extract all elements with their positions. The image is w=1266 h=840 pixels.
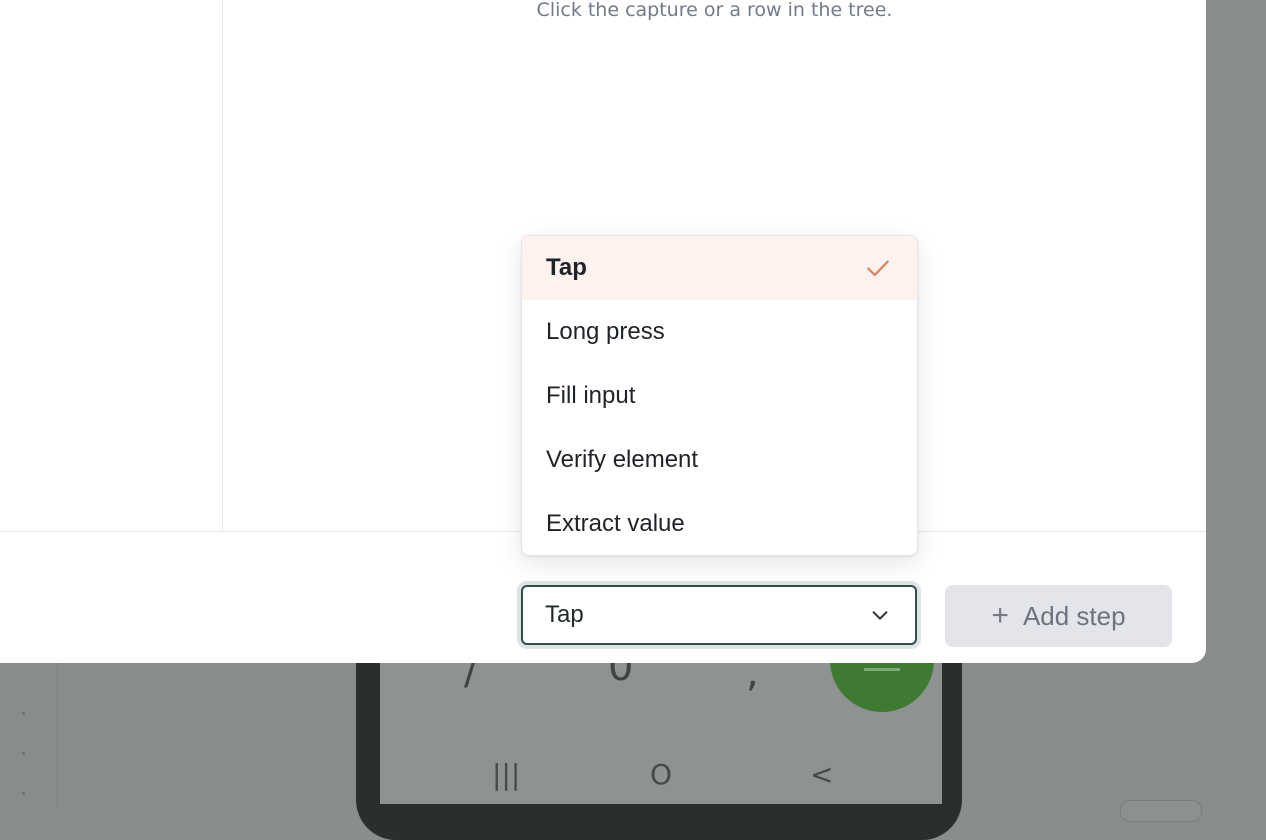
background-divider	[57, 660, 58, 808]
background-dot	[22, 792, 25, 795]
add-step-button[interactable]: + Add step	[945, 585, 1172, 647]
capture-hint: Click the capture or a row in the tree.	[536, 0, 893, 21]
option-label: Long press	[546, 318, 665, 345]
add-step-label: Add step	[1022, 600, 1126, 631]
device-preview: / 0 , ||| O <	[356, 640, 962, 840]
option-label: Fill input	[546, 382, 636, 409]
option-verify-element[interactable]: Verify element	[522, 428, 917, 492]
option-tap[interactable]: Tap	[522, 236, 917, 300]
option-extract-value[interactable]: Extract value	[522, 492, 917, 555]
background-dot	[22, 712, 25, 715]
device-nav-home: O	[650, 758, 673, 791]
check-icon	[867, 260, 889, 277]
chevron-down-icon	[872, 611, 888, 620]
device-nav-back: <	[810, 758, 834, 791]
device-nav-recents: |||	[492, 758, 521, 791]
option-label: Extract value	[546, 510, 685, 537]
option-label: Verify element	[546, 446, 699, 473]
option-long-press[interactable]: Long press	[522, 300, 917, 364]
action-type-select[interactable]: Tap	[521, 585, 917, 645]
plus-icon: +	[991, 599, 1009, 632]
panel-divider	[222, 0, 223, 531]
option-label: Tap	[546, 254, 587, 281]
option-fill-input[interactable]: Fill input	[522, 364, 917, 428]
device-screen: / 0 , ||| O <	[380, 640, 942, 804]
action-type-dropdown: Tap Long press Fill input Verify element…	[521, 235, 918, 556]
background-tab	[1120, 800, 1202, 822]
background-dot	[22, 752, 25, 755]
action-type-value: Tap	[545, 601, 584, 628]
